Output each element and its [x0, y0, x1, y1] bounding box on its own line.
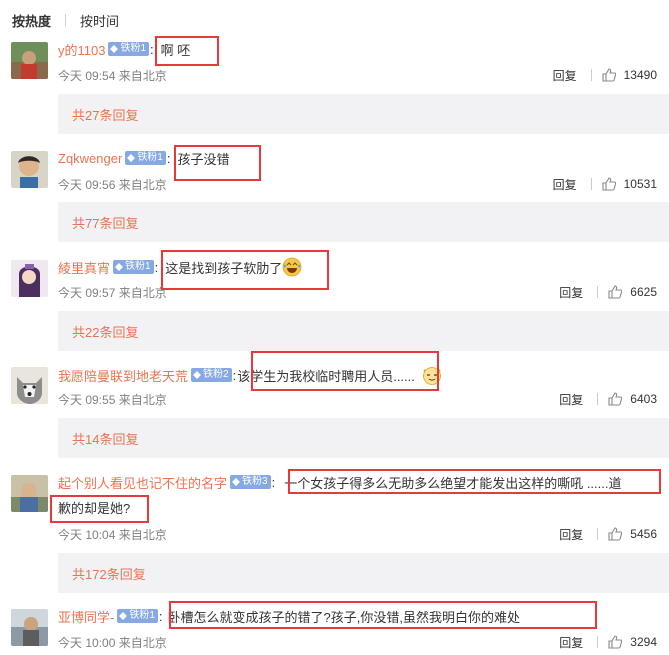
replies-thread[interactable]: 共14条回复	[58, 418, 669, 458]
action-divider	[590, 69, 592, 81]
fan-badge[interactable]: 铁粉1	[125, 151, 166, 165]
comment-actions: 回复 3294	[559, 634, 657, 650]
avatar-image	[11, 260, 48, 297]
like-count: 13490	[623, 68, 657, 82]
diamond-icon	[232, 478, 240, 486]
diamond-icon	[115, 263, 123, 271]
fan-badge-label: 铁粉1	[137, 152, 163, 163]
sort-divider	[65, 13, 67, 27]
username[interactable]: 亚博同学-	[58, 607, 114, 626]
fan-badge-label: 铁粉1	[129, 610, 155, 621]
action-divider	[597, 528, 599, 540]
diamond-icon	[119, 612, 128, 620]
thumbs-up-icon[interactable]	[608, 285, 623, 299]
like-count: 5456	[630, 527, 657, 541]
highlight-box	[155, 36, 219, 66]
thumbs-up-icon[interactable]	[602, 68, 616, 82]
fan-badge-label: 铁粉1	[125, 261, 151, 272]
comment-actions: 回复 13490	[553, 67, 657, 83]
sort-bar: 按热度 按时间	[12, 10, 119, 30]
colon: :	[154, 259, 159, 275]
action-divider	[597, 286, 599, 298]
sort-by-hot[interactable]: 按热度	[12, 11, 51, 30]
fan-badge[interactable]: 铁粉1	[113, 260, 154, 274]
fan-badge-label: 铁粉3	[242, 476, 268, 487]
username[interactable]: 綾里真宵	[58, 258, 110, 277]
sort-by-time[interactable]: 按时间	[80, 11, 119, 30]
avatar-image	[11, 367, 48, 404]
reply-button[interactable]: 回复	[559, 526, 583, 543]
fan-badge[interactable]: 铁粉1	[117, 609, 158, 623]
avatar-image	[11, 609, 48, 646]
replies-thread[interactable]: 共77条回复	[58, 202, 669, 242]
fan-badge-label: 铁粉2	[203, 369, 229, 380]
comment-meta: 今天 09:55 来自北京	[58, 393, 167, 407]
reply-button[interactable]: 回复	[559, 284, 583, 301]
comment-meta: 今天 09:54 来自北京	[58, 69, 167, 83]
colon: :	[166, 150, 171, 166]
comment-actions: 回复 10531	[553, 176, 657, 192]
comment-actions: 回复 5456	[559, 526, 657, 542]
highlight-box	[288, 469, 661, 494]
comment-meta: 今天 09:57 来自北京	[58, 286, 167, 300]
reply-button[interactable]: 回复	[553, 67, 577, 84]
highlight-box	[50, 495, 149, 523]
replies-thread[interactable]: 共22条回复	[58, 311, 669, 351]
avatar-image	[11, 151, 48, 188]
replies-count-link[interactable]: 共27条回复	[72, 105, 138, 124]
colon: :	[271, 474, 276, 490]
action-divider	[597, 393, 599, 405]
reply-button[interactable]: 回复	[559, 634, 583, 651]
highlight-box	[251, 351, 439, 391]
colon: :	[150, 41, 154, 57]
comment-meta: 今天 10:00 来自北京	[58, 636, 167, 650]
thumbs-up-icon[interactable]	[608, 392, 623, 406]
avatar[interactable]	[11, 367, 48, 404]
comment-actions: 回复 6403	[559, 391, 657, 407]
avatar[interactable]	[11, 475, 48, 512]
reply-button[interactable]: 回复	[559, 391, 583, 408]
comment-meta: 今天 10:04 来自北京	[58, 528, 167, 542]
thumbs-up-icon[interactable]	[608, 635, 623, 649]
replies-count-link[interactable]: 共77条回复	[72, 213, 138, 232]
thumbs-up-icon[interactable]	[602, 177, 616, 191]
fan-badge[interactable]: 铁粉2	[191, 368, 232, 382]
replies-count-link[interactable]: 共22条回复	[72, 322, 138, 341]
reply-button[interactable]: 回复	[553, 176, 577, 193]
like-count: 10531	[623, 177, 657, 191]
avatar-image	[11, 475, 48, 512]
username[interactable]: Zqkwenger	[58, 151, 122, 166]
like-count: 6625	[630, 285, 657, 299]
replies-count-link[interactable]: 共172条回复	[72, 564, 146, 583]
diamond-icon	[110, 45, 119, 53]
highlight-box	[174, 145, 261, 181]
replies-count-link[interactable]: 共14条回复	[72, 429, 138, 448]
diamond-icon	[127, 154, 136, 162]
action-divider	[590, 178, 592, 190]
fan-badge-label: 铁粉1	[120, 43, 147, 54]
highlight-box	[169, 601, 597, 629]
replies-thread[interactable]: 共172条回复	[58, 553, 669, 593]
comment-meta: 今天 09:56 来自北京	[58, 178, 167, 192]
username[interactable]: 我愿陪曼联到地老天荒	[58, 366, 188, 385]
thumbs-up-icon[interactable]	[608, 527, 623, 541]
colon: :	[158, 608, 163, 624]
avatar[interactable]	[11, 42, 48, 79]
like-count: 6403	[630, 392, 657, 406]
comment-actions: 回复 6625	[559, 284, 657, 300]
avatar-image	[11, 42, 48, 79]
avatar[interactable]	[11, 260, 48, 297]
fan-badge[interactable]: 铁粉3	[230, 475, 271, 489]
avatar[interactable]	[11, 151, 48, 188]
like-count: 3294	[630, 635, 657, 649]
colon: :	[232, 367, 237, 383]
username[interactable]: 起个别人看见也记不住的名字	[58, 473, 227, 492]
fan-badge[interactable]: 铁粉1	[108, 42, 150, 56]
highlight-box	[161, 250, 329, 290]
action-divider	[597, 636, 599, 648]
diamond-icon	[193, 371, 201, 379]
avatar[interactable]	[11, 609, 48, 646]
username[interactable]: y的1103	[58, 40, 105, 59]
replies-thread[interactable]: 共27条回复	[58, 94, 669, 134]
